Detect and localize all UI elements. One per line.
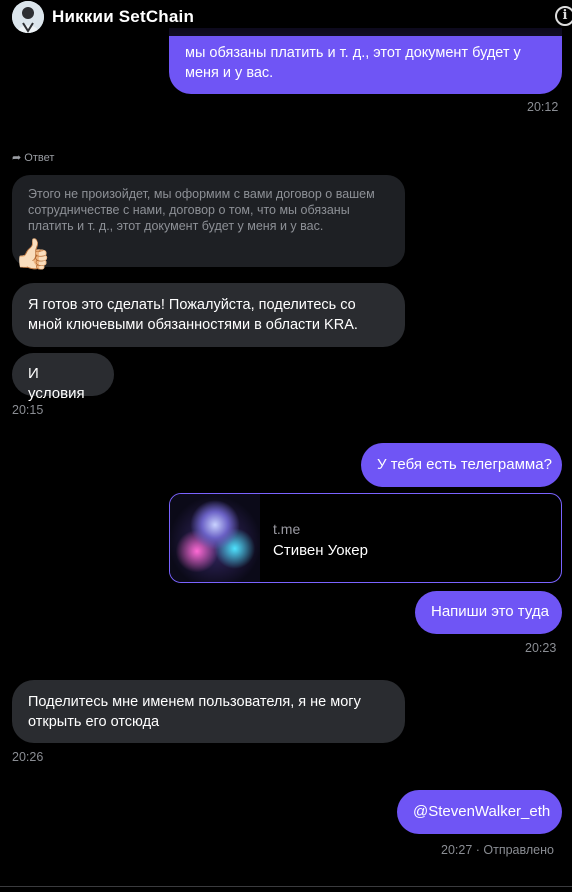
message-status: 20:27 · Отправлено <box>441 843 554 857</box>
quoted-message[interactable]: Этого не произойдет, мы оформим с вами д… <box>12 175 405 267</box>
message-text: Я готов это сделать! Пожалуйста, поделит… <box>28 297 358 333</box>
reply-arrow-icon: ➦ <box>12 152 22 164</box>
chat-title[interactable]: Никкии SetChain <box>52 7 194 27</box>
chat-header: Никкии SetChain i <box>0 0 572 36</box>
message-outgoing[interactable]: У тебя есть телеграмма? <box>361 443 562 487</box>
message-time: 20:23 <box>525 641 557 655</box>
reply-label: ➦ Ответ <box>12 151 54 164</box>
message-incoming[interactable]: Я готов это сделать! Пожалуйста, поделит… <box>12 283 405 347</box>
info-icon[interactable]: i <box>555 6 572 26</box>
message-incoming[interactable]: Поделитесь мне именем пользователя, я не… <box>12 680 405 743</box>
link-title: Стивен Уокер <box>273 542 368 559</box>
composer-divider <box>0 886 572 887</box>
message-text: мы обязаны платить и т. д., этот докумен… <box>185 45 521 81</box>
message-text: @StevenWalker_eth <box>413 803 551 820</box>
link-domain: t.me <box>273 521 301 537</box>
message-text: У тебя есть телеграмма? <box>377 456 552 473</box>
message-time: 20:15 <box>12 403 44 417</box>
avatar[interactable] <box>12 1 44 33</box>
message-incoming[interactable]: И условия <box>12 353 114 402</box>
message-text: И условия <box>28 365 85 402</box>
message-time: 20:26 <box>12 750 44 764</box>
quoted-text: Этого не произойдет, мы оформим с вами д… <box>28 187 375 233</box>
message-text: Напиши это туда <box>431 603 549 620</box>
message-outgoing[interactable]: @StevenWalker_eth <box>397 790 562 834</box>
reply-label-text: Ответ <box>24 152 55 164</box>
link-preview-card[interactable]: t.me Стивен Уокер <box>169 493 562 583</box>
message-text: Поделитесь мне именем пользователя, я не… <box>28 694 361 730</box>
message-outgoing[interactable]: мы обязаны платить и т. д., этот докумен… <box>169 28 562 94</box>
message-time: 20:12 <box>527 100 559 114</box>
message-outgoing[interactable]: Напиши это туда <box>415 591 562 634</box>
thumbs-up-reaction[interactable]: 👍🏻 <box>14 238 51 272</box>
link-preview-image <box>170 494 260 582</box>
